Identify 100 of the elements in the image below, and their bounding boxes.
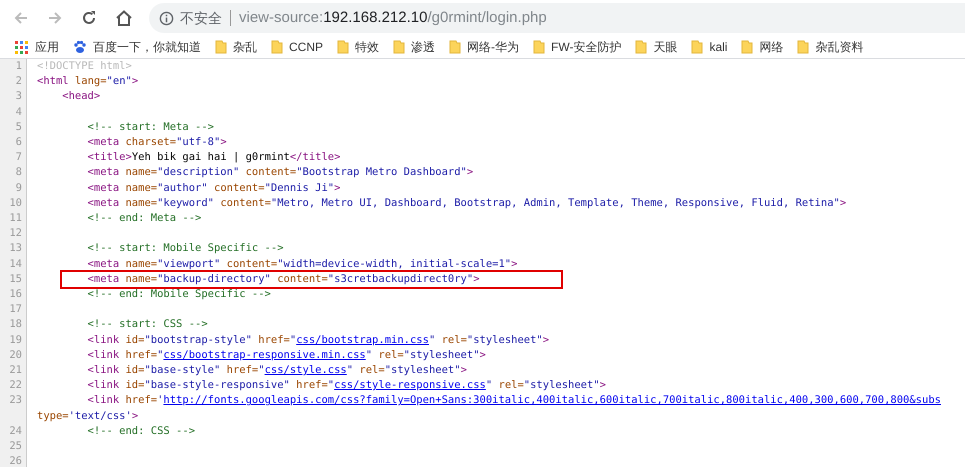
attribute-value: "base-style-responsive" bbox=[144, 379, 290, 392]
bookmark-item[interactable]: 杂乱 bbox=[215, 38, 257, 56]
line-number: 8 bbox=[14, 165, 23, 180]
attribute-name: charset= bbox=[124, 136, 176, 148]
attribute-value: "utf-8" bbox=[176, 136, 220, 148]
address-bar[interactable]: 不安全 view-source:192.168.212.10/g0rmint/login.php bbox=[149, 3, 965, 33]
folder-icon bbox=[215, 40, 227, 54]
line-number: 12 bbox=[8, 226, 23, 242]
comment-text: <!-- start: CSS --> bbox=[88, 318, 208, 330]
attribute-value: "Dennis Ji" bbox=[264, 182, 334, 194]
tag-text: <link bbox=[88, 348, 120, 361]
security-label: 不安全 bbox=[180, 8, 222, 28]
line-number: 7 bbox=[14, 150, 23, 166]
attribute-name: rel= bbox=[377, 348, 404, 361]
comment-text: <!-- end: Mobile Specific --> bbox=[88, 288, 271, 300]
attribute-value: ' bbox=[157, 394, 164, 406]
attribute-name: id= bbox=[124, 379, 144, 392]
bookmark-item[interactable]: 应用 bbox=[14, 38, 59, 56]
tag-text: <html bbox=[37, 75, 69, 88]
attribute-name: lang= bbox=[74, 75, 107, 88]
tag-text: <meta bbox=[88, 182, 120, 194]
attribute-value: " bbox=[258, 364, 265, 376]
source-link[interactable]: http://fonts.googleapis.com/css?family=Open+Sans:300italic,400italic,600italic,700italic,800italic,400,300,600,700,800&subs bbox=[163, 394, 941, 406]
attribute-value: "description" bbox=[157, 166, 240, 178]
attribute-value: " bbox=[428, 334, 436, 346]
source-link[interactable]: css/style.css bbox=[264, 364, 347, 376]
tag-text: <link bbox=[88, 379, 120, 392]
home-icon[interactable] bbox=[115, 10, 133, 26]
attribute-value: " bbox=[366, 348, 372, 361]
info-icon[interactable] bbox=[159, 10, 174, 26]
line-number: 2 bbox=[14, 74, 23, 90]
bookmark-item[interactable]: 百度一下，你就知道 bbox=[73, 38, 201, 56]
line-number: 13 bbox=[8, 241, 23, 256]
attribute-value: " bbox=[346, 364, 354, 376]
attribute-value: 'text/css' bbox=[68, 410, 132, 422]
attribute-name: type= bbox=[37, 410, 69, 422]
attribute-name: name= bbox=[124, 182, 158, 194]
comment-text: <!-- start: Meta --> bbox=[88, 120, 214, 133]
attribute-name: id= bbox=[124, 364, 144, 376]
attribute-name: content= bbox=[244, 166, 296, 178]
tag-text: > bbox=[460, 364, 467, 376]
reload-icon[interactable] bbox=[81, 10, 97, 26]
bookmark-item[interactable]: 特效 bbox=[337, 38, 380, 56]
bookmark-item[interactable]: CCNP bbox=[271, 38, 324, 56]
line-number: 20 bbox=[8, 348, 23, 363]
attribute-name: content= bbox=[219, 196, 271, 209]
tag-text: > bbox=[542, 334, 550, 346]
attribute-name: rel= bbox=[440, 334, 467, 346]
attribute-name: href= bbox=[124, 394, 158, 406]
line-number: 22 bbox=[8, 378, 23, 394]
url-text: view-source:192.168.212.10/g0rmint/login.php bbox=[239, 8, 547, 28]
tag-text: <link bbox=[88, 364, 120, 376]
tag-text: </title> bbox=[290, 151, 340, 164]
source-link[interactable]: css/bootstrap-responsive.min.css bbox=[163, 348, 366, 361]
attribute-value: " bbox=[157, 348, 164, 361]
attribute-name: name= bbox=[124, 258, 158, 270]
tag-text: <meta bbox=[88, 258, 120, 270]
attribute-name: href= bbox=[226, 364, 258, 376]
attribute-name: rel= bbox=[497, 379, 524, 392]
comment-text: <!-- start: Mobile Specific --> bbox=[88, 242, 284, 254]
doctype-text: <!DOCTYPE html> bbox=[37, 60, 132, 72]
attribute-value: "stylesheet" bbox=[404, 348, 480, 361]
bookmark-item[interactable]: 网络-华为 bbox=[449, 38, 520, 56]
bookmark-item[interactable]: FW-安全防护 bbox=[533, 38, 622, 56]
bookmark-item[interactable]: kali bbox=[691, 38, 728, 56]
tag-text: > bbox=[511, 258, 518, 270]
line-number: 21 bbox=[8, 363, 23, 378]
source-link[interactable]: css/bootstrap.min.css bbox=[296, 334, 429, 346]
line-number: 10 bbox=[8, 196, 23, 211]
source-link[interactable]: css/style-responsive.css bbox=[334, 379, 486, 392]
attribute-name: href= bbox=[257, 334, 290, 346]
attribute-name: href= bbox=[124, 348, 158, 361]
bookmark-item[interactable]: 天眼 bbox=[635, 38, 678, 56]
line-number: 3 bbox=[14, 89, 23, 104]
line-number: 26 bbox=[8, 454, 23, 467]
bookmark-item[interactable]: 网络 bbox=[741, 38, 784, 56]
folder-icon bbox=[449, 40, 462, 54]
attribute-value: "stylesheet" bbox=[524, 379, 600, 392]
attribute-value: "base-style" bbox=[144, 364, 220, 376]
attribute-value: "en" bbox=[106, 75, 132, 88]
attribute-name: href= bbox=[295, 379, 328, 392]
attribute-name: content= bbox=[276, 272, 328, 285]
folder-icon bbox=[271, 40, 283, 54]
bookmark-item[interactable]: 杂乱资料 bbox=[797, 38, 864, 56]
line-number: 9 bbox=[14, 180, 23, 196]
attribute-value: " bbox=[486, 379, 492, 392]
comment-text: <!-- end: Meta --> bbox=[88, 212, 202, 224]
line-number: 17 bbox=[8, 302, 23, 318]
bookmark-item[interactable]: 渗透 bbox=[393, 38, 436, 56]
attribute-value: "s3cretbackupdirect0ry" bbox=[328, 272, 474, 285]
tag-text: <head> bbox=[62, 90, 100, 102]
tag-text: > bbox=[132, 410, 138, 422]
attribute-name: name= bbox=[124, 272, 158, 285]
line-number: 1 bbox=[14, 59, 23, 74]
attribute-value: "keyword" bbox=[157, 196, 214, 209]
tag-text: > bbox=[480, 348, 486, 361]
folder-icon bbox=[393, 40, 406, 54]
tag-text: > bbox=[220, 136, 227, 148]
attribute-value: "stylesheet" bbox=[384, 364, 461, 376]
attribute-value: "backup-directory" bbox=[157, 272, 271, 285]
